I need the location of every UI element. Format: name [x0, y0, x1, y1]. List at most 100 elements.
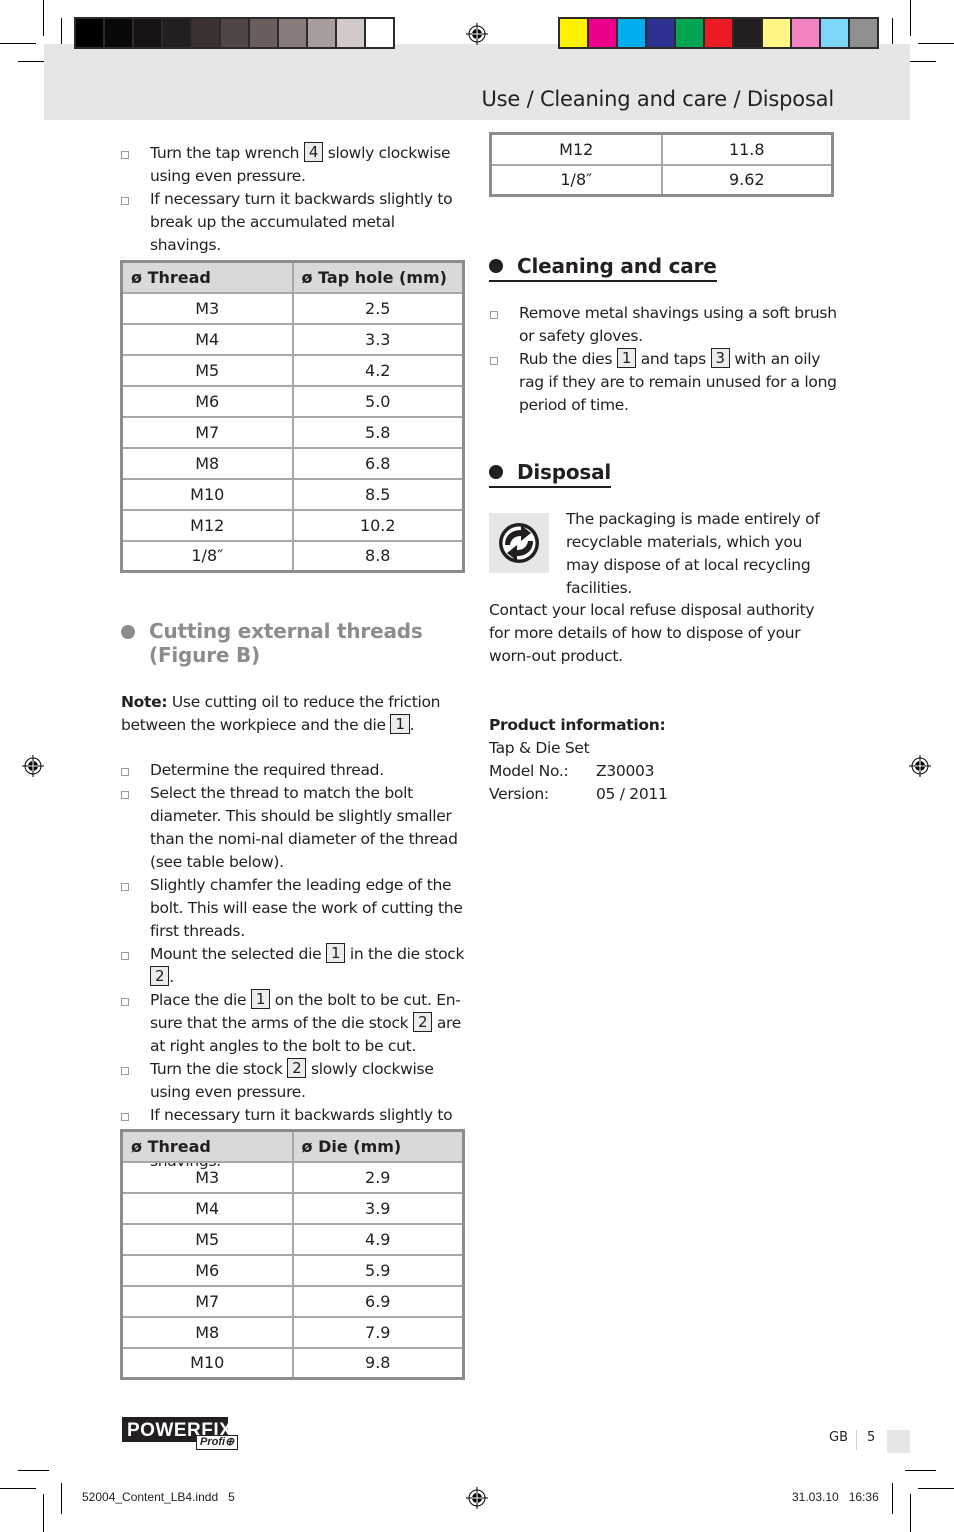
part-reference: 1	[616, 348, 637, 368]
model-label: Model No.:	[489, 762, 569, 780]
logo-sub-text: Profi⊕	[196, 1435, 239, 1450]
intro-bullet-list: Turn the tap wrench 4 slowly clockwise u…	[121, 142, 466, 257]
list-item: Rub the dies 1 and taps 3 with an oily r…	[490, 348, 840, 417]
table-cell: 5.9	[291, 1253, 465, 1287]
section-heading-external-threads: Cutting external threads (Figure B)	[121, 619, 451, 667]
slug-timestamp: 31.03.10 16:36	[792, 1490, 879, 1504]
color-swatch	[105, 19, 132, 47]
checkbox-bullet-icon	[121, 952, 129, 960]
table-cell: 10.2	[291, 508, 465, 542]
page-number: 5	[867, 1430, 876, 1445]
list-item-text: Turn the tap wrench	[150, 144, 304, 162]
registration-mark-icon	[466, 1487, 488, 1509]
table-cell: M5	[120, 353, 294, 387]
registration-mark-icon	[466, 23, 488, 45]
table-row: M3 2.9	[120, 1160, 465, 1194]
table-cell: 6.8	[291, 446, 465, 480]
table-row: M12 10.2	[120, 508, 465, 542]
green-dot-recycling-icon	[489, 513, 549, 573]
version-value: 05 / 2011	[596, 785, 668, 803]
table-cell: M3	[120, 291, 294, 325]
crop-mark	[918, 1488, 954, 1489]
slug-filename: 52004_Content_LB4.indd 5	[82, 1490, 235, 1504]
part-reference: 2	[150, 966, 170, 986]
table-row: M6 5.9	[120, 1253, 465, 1287]
table-row: M7 5.8	[120, 415, 465, 449]
list-item-text: Select the thread to match the bolt diam…	[150, 784, 458, 871]
color-swatch	[676, 19, 703, 47]
table-cell: M5	[120, 1222, 294, 1256]
list-item-text: Determine the required thread.	[150, 761, 384, 779]
table-row: M10 8.5	[120, 477, 465, 511]
table-cell: M10	[120, 477, 294, 511]
list-item-text: Turn the die stock	[150, 1060, 288, 1078]
list-item: Slightly chamfer the leading edge of the…	[121, 874, 467, 943]
crop-mark	[0, 43, 36, 44]
table-cell: 2.5	[291, 291, 465, 325]
table-cell: 9.8	[291, 1346, 465, 1380]
column-header: ø Die (mm)	[291, 1129, 465, 1163]
table-cell: 8.5	[291, 477, 465, 511]
table-cell: M4	[120, 322, 294, 356]
table-row: M6 5.0	[120, 384, 465, 418]
contact-text: Contact your local refuse disposal autho…	[489, 601, 815, 665]
table-cell: 11.8	[660, 132, 834, 166]
table-row: M8 6.8	[120, 446, 465, 480]
checkbox-bullet-icon	[121, 1067, 129, 1075]
crop-mark	[43, 1494, 44, 1532]
list-item: Place the die 1 on the bolt to be cut. E…	[121, 989, 467, 1058]
table-cell: M8	[120, 446, 294, 480]
steps-bullet-list: Determine the required thread. Select the…	[121, 759, 467, 1173]
table-cell: 6.9	[291, 1284, 465, 1318]
list-item: Determine the required thread.	[121, 759, 467, 782]
part-reference: 2	[287, 1058, 307, 1078]
color-swatch	[192, 19, 219, 47]
column-header: ø Tap hole (mm)	[291, 260, 465, 294]
table-cell: 2.9	[291, 1160, 465, 1194]
table-cell: M6	[120, 384, 294, 418]
crop-mark	[910, 1494, 911, 1532]
tap-hole-table: ø Thread ø Tap hole (mm) M3 2.5 M4 3.3 M5 4.2 M6…	[120, 260, 465, 573]
process-color-bar	[558, 17, 879, 49]
crop-mark	[910, 0, 911, 36]
registration-mark-icon	[909, 755, 931, 777]
crop-mark	[43, 0, 44, 36]
checkbox-bullet-icon	[490, 357, 498, 365]
list-item: Remove metal shavings using a soft brush…	[490, 302, 840, 348]
table-cell: 7.9	[291, 1315, 465, 1349]
crop-mark	[905, 1470, 936, 1471]
color-swatch	[821, 19, 848, 47]
bullet-dot-icon	[489, 259, 503, 273]
table-cell: M12	[489, 132, 663, 166]
checkbox-bullet-icon	[490, 311, 498, 319]
color-swatch	[134, 19, 161, 47]
color-swatch	[705, 19, 732, 47]
list-item-text: and taps	[636, 350, 711, 368]
color-swatch	[763, 19, 790, 47]
section-heading-disposal: Disposal	[489, 459, 611, 488]
list-item: If necessary turn it backwards slightly …	[121, 188, 466, 257]
checkbox-bullet-icon	[121, 197, 129, 205]
crop-mark	[892, 1483, 893, 1514]
table-cell: M7	[120, 1284, 294, 1318]
table-cell: M4	[120, 1191, 294, 1225]
registration-mark-icon	[22, 755, 44, 777]
table-cell: M12	[120, 508, 294, 542]
table-cell: 5.0	[291, 384, 465, 418]
color-swatch	[589, 19, 616, 47]
note-label: Note:	[121, 693, 168, 711]
table-cell: 4.2	[291, 353, 465, 387]
checkbox-bullet-icon	[121, 791, 129, 799]
table-cell: 5.8	[291, 415, 465, 449]
checkbox-bullet-icon	[121, 151, 129, 159]
color-swatch	[221, 19, 248, 47]
color-swatch	[734, 19, 761, 47]
color-swatch	[647, 19, 674, 47]
table-cell: M10	[120, 1346, 294, 1380]
table-row: M7 6.9	[120, 1284, 465, 1318]
list-item-text: in the die stock	[345, 945, 465, 963]
color-swatch	[163, 19, 190, 47]
version-label: Version:	[489, 785, 549, 803]
footer-divider	[856, 1430, 857, 1450]
section-heading-text: Disposal	[517, 460, 612, 484]
